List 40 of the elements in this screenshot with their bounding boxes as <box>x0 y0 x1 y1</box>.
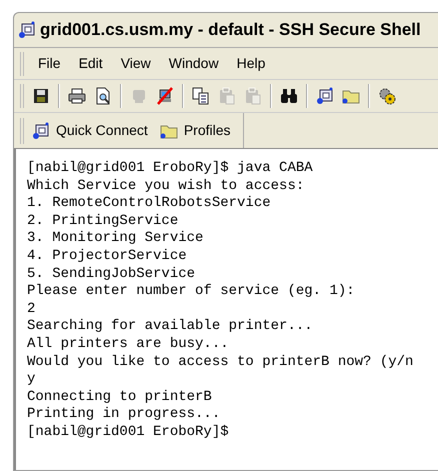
menu-item[interactable]: View <box>114 53 157 74</box>
terminal-line: Which Service you wish to access: <box>27 178 306 196</box>
print-preview-icon <box>94 87 112 105</box>
menu-item[interactable]: Help <box>230 53 272 74</box>
terminal-line: [nabil@grid001 EroboRy]$ java CABA <box>27 160 314 178</box>
toolbar-button[interactable]: Profiles <box>160 120 231 141</box>
terminal-line: 4. ProjectorService <box>27 248 188 266</box>
terminal-line: y <box>27 371 36 389</box>
binoculars-icon <box>280 87 298 105</box>
toolbar-grip <box>20 118 24 144</box>
disconnect-icon <box>156 87 174 105</box>
terminal-line: Printing in progress... <box>27 406 222 424</box>
menu-item[interactable]: File <box>32 53 67 74</box>
menu-item[interactable]: Edit <box>72 53 109 74</box>
terminal-window-icon <box>316 87 334 105</box>
terminal-line: Searching for available printer... <box>27 318 314 336</box>
terminal-app-icon <box>18 21 36 39</box>
window-title: grid001.cs.usm.my - default - SSH Secure Shell <box>40 19 421 42</box>
computer-icon <box>130 87 148 105</box>
terminal-line: 2 <box>27 300 36 318</box>
terminal-line: 5. SendingJobService <box>27 266 196 284</box>
terminal-line: 1. RemoteControlRobotsService <box>27 195 272 213</box>
clipboard-icon <box>244 87 262 105</box>
terminal-line: All printers are busy... <box>27 336 230 354</box>
terminal-line: Would you like to access to printerB now? (y/n <box>27 354 414 372</box>
toolbar-grip <box>20 52 24 76</box>
gears-icon <box>378 87 396 105</box>
menu-item[interactable]: Window <box>162 53 225 74</box>
toolbar-grip <box>20 84 24 108</box>
copy-icon <box>192 87 210 105</box>
printer-icon <box>68 87 86 105</box>
toolbar-button[interactable]: Quick Connect <box>32 120 148 141</box>
clipboard-icon <box>218 87 236 105</box>
terminal-line: [nabil@grid001 EroboRy]$ <box>27 424 230 442</box>
terminal-window-icon <box>32 122 50 140</box>
terminal-line: Please enter number of service (eg. 1): <box>27 283 356 301</box>
terminal-line: 3. Monitoring Service <box>27 230 204 248</box>
terminal-line: 2. PrintingService <box>27 212 180 230</box>
terminal-line: Connecting to printerB <box>27 388 213 406</box>
save-icon <box>32 87 50 105</box>
